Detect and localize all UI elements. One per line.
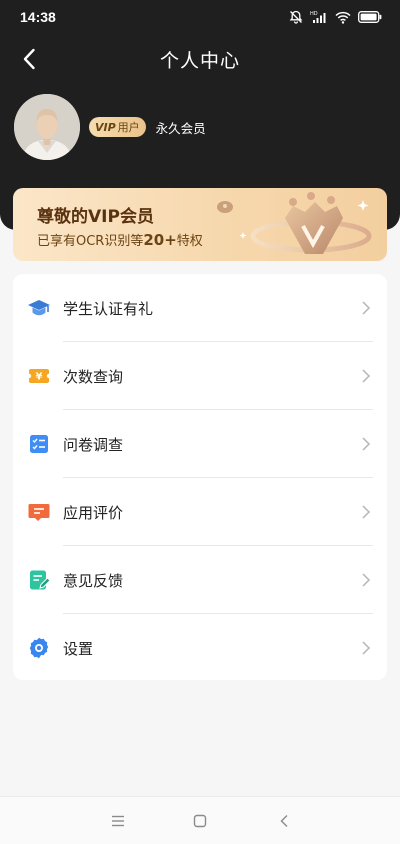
status-icons: HD xyxy=(289,10,382,24)
back-button[interactable] xyxy=(14,44,44,74)
feedback-edit-icon xyxy=(30,570,51,590)
menu-card: 学生认证有礼 ¥ 次数查询 问卷调查 应用评价 意见反馈 设置 xyxy=(13,274,387,680)
vip-card-title: 尊敬的VIP会员 xyxy=(37,207,154,227)
status-time: 14:38 xyxy=(20,9,56,25)
page-title: 个人中心 xyxy=(159,49,240,72)
vip-card-subtitle: 已享有OCR识别等20+特权 xyxy=(37,230,203,249)
avatar[interactable] xyxy=(14,94,80,160)
back-arrow-icon xyxy=(23,48,35,70)
comment-icon xyxy=(28,504,50,521)
vip-card-subtitle-count: 20+ xyxy=(143,231,177,249)
vip-badge-prefix: VIP xyxy=(95,120,116,134)
back-chevron-icon xyxy=(280,815,288,827)
home-square-icon xyxy=(193,814,207,828)
wifi-icon xyxy=(335,11,351,24)
vip-badge-label: 用户 xyxy=(117,121,140,134)
vip-crown-icon xyxy=(217,192,372,254)
chevron-right-icon xyxy=(362,573,371,587)
member-type: 永久会员 xyxy=(155,120,206,136)
system-back-button[interactable] xyxy=(274,811,294,831)
vip-card-subtitle-suffix: 特权 xyxy=(176,234,203,249)
profile-section: VIP 用户 永久会员 xyxy=(14,94,206,160)
menu-lines-icon xyxy=(112,815,124,827)
chevron-right-icon xyxy=(362,437,371,451)
vip-badge: VIP 用户 xyxy=(89,117,146,137)
menu-label: 意见反馈 xyxy=(63,571,124,590)
graduation-cap-icon xyxy=(28,300,50,316)
menu-item-app-rating[interactable]: 应用评价 xyxy=(13,478,387,546)
menu-label: 学生认证有礼 xyxy=(63,299,154,318)
status-bar: 14:38 HD xyxy=(0,0,400,34)
chevron-right-icon xyxy=(362,369,371,383)
menu-item-settings[interactable]: 设置 xyxy=(13,614,387,682)
vip-card-subtitle-prefix: 已享有OCR识别等 xyxy=(37,234,144,249)
menu-item-student-verification[interactable]: 学生认证有礼 xyxy=(13,274,387,342)
gear-icon xyxy=(29,637,49,659)
menu-item-usage-query[interactable]: ¥ 次数查询 xyxy=(13,342,387,410)
hd-signal-icon: HD xyxy=(310,11,326,23)
system-nav-bar xyxy=(0,796,400,844)
menu-label: 应用评价 xyxy=(63,503,124,522)
menu-label: 次数查询 xyxy=(63,367,124,386)
mute-bell-icon xyxy=(289,10,303,24)
menu-label: 设置 xyxy=(63,639,94,658)
nav-bar: 个人中心 xyxy=(0,38,400,80)
menu-item-feedback[interactable]: 意见反馈 xyxy=(13,546,387,614)
svg-text:¥: ¥ xyxy=(36,372,43,383)
checklist-icon xyxy=(30,435,48,453)
vip-card[interactable]: 尊敬的VIP会员 已享有OCR识别等20+特权 xyxy=(13,188,387,261)
menu-label: 问卷调查 xyxy=(63,435,124,454)
recent-apps-button[interactable] xyxy=(108,811,128,831)
menu-item-survey[interactable]: 问卷调查 xyxy=(13,410,387,478)
battery-icon xyxy=(358,11,382,23)
user-avatar-icon xyxy=(14,94,80,160)
chevron-right-icon xyxy=(362,301,371,315)
home-button[interactable] xyxy=(190,811,210,831)
yen-ticket-icon: ¥ xyxy=(27,369,51,383)
chevron-right-icon xyxy=(362,505,371,519)
svg-text:HD: HD xyxy=(310,11,318,17)
chevron-right-icon xyxy=(362,641,371,655)
